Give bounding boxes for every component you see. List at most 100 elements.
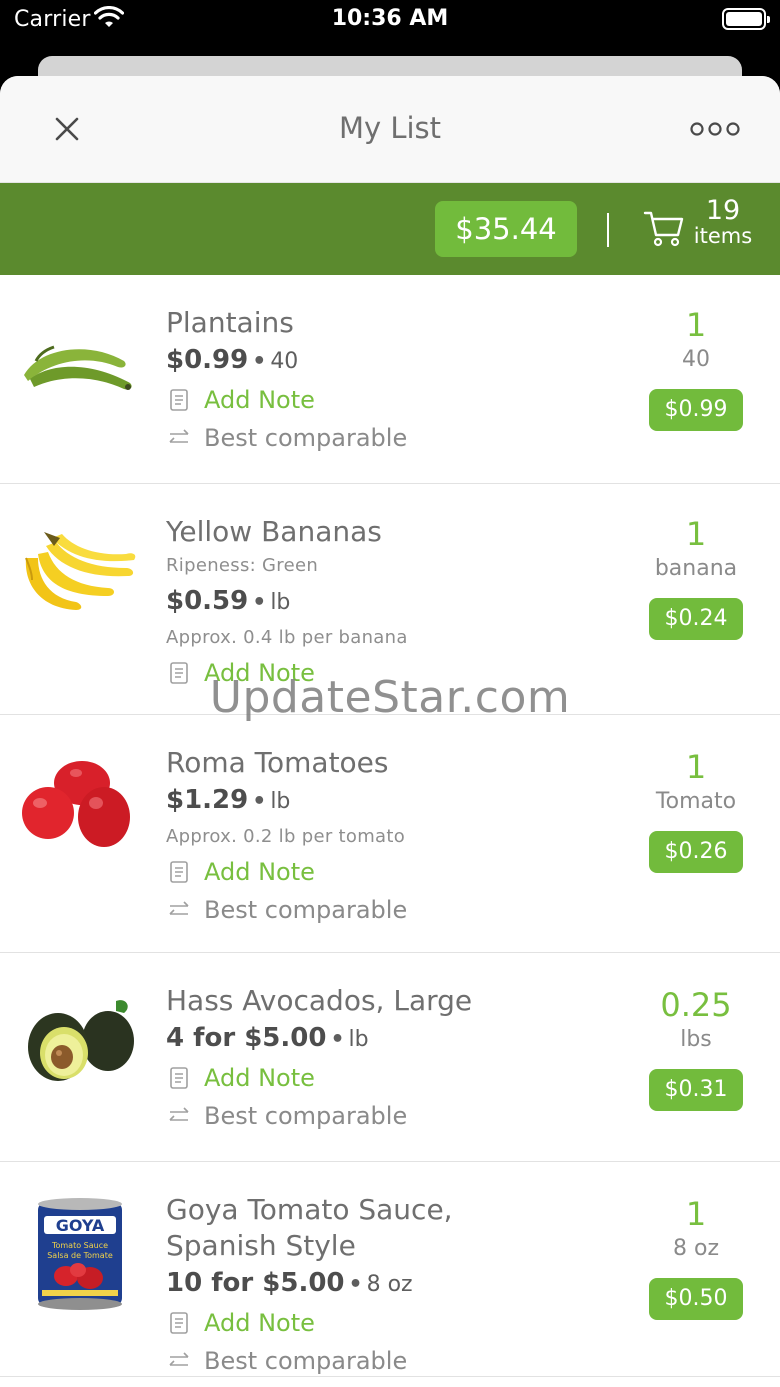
list-item[interactable]: Hass Avocados, Large 4 for $5.00 • lb Add …: [0, 953, 780, 1162]
line-total-badge: $0.31: [648, 1069, 744, 1111]
quantity-unit: lbs: [680, 1027, 712, 1052]
line-total-badge: $0.50: [648, 1278, 744, 1320]
item-count-number: 19: [705, 195, 741, 226]
quantity-control[interactable]: 1 Tomato $0.26: [648, 747, 744, 873]
quantity-unit: 40: [682, 347, 710, 372]
note-icon: [170, 861, 188, 883]
item-price-line: $0.59 • lb: [166, 586, 291, 616]
quantity-value: 1: [685, 748, 707, 786]
can-label-1: Tomato Sauce: [51, 1241, 108, 1250]
clock: 10:36 AM: [331, 6, 449, 31]
best-comparable-label: Best comparable: [204, 896, 408, 924]
nav-bar: My List: [0, 76, 780, 183]
quantity-value: 1: [685, 1195, 707, 1233]
item-unit: lb: [270, 590, 291, 615]
quantity-control[interactable]: 1 40 $0.99: [648, 305, 744, 431]
add-note-button[interactable]: Add Note: [166, 654, 630, 692]
add-note-button[interactable]: Add Note: [166, 853, 630, 891]
item-price-line: $1.29 • lb: [166, 785, 291, 815]
add-note-button[interactable]: Add Note: [166, 381, 630, 419]
total-button[interactable]: $35.44: [435, 201, 577, 257]
swap-icon: [169, 429, 189, 443]
avocado-image: [28, 1000, 134, 1081]
status-bar: Carrier 10:36 AM: [0, 0, 780, 40]
add-note-label: Add Note: [204, 1309, 315, 1337]
item-price: $1.29: [166, 785, 249, 815]
item-info: Yellow Bananas Ripeness: Green $0.59 • lb …: [166, 514, 630, 692]
item-unit: 8 oz: [366, 1272, 413, 1297]
item-name-line-2: Spanish Style: [166, 1229, 356, 1262]
banana-image: [25, 532, 136, 610]
item-price-line: 4 for $5.00 • lb: [166, 1023, 369, 1053]
quantity-unit: Tomato: [655, 789, 737, 814]
item-price-line: 10 for $5.00 • 8 oz: [166, 1268, 413, 1298]
list-item[interactable]: GOYA Tomato Sauce Salsa de Tomate Goya T…: [0, 1162, 780, 1377]
can-label-2: Salsa de Tomate: [47, 1251, 113, 1260]
line-total-badge: $0.99: [648, 389, 744, 431]
item-count-label: items: [693, 224, 753, 248]
best-comparable-button[interactable]: Best comparable: [166, 1342, 630, 1380]
item-name: Roma Tomatoes: [166, 746, 389, 779]
item-info: Plantains $0.99 • 40 Add Note Best compara…: [166, 305, 630, 457]
item-info: Hass Avocados, Large 4 for $5.00 • lb Add …: [166, 983, 630, 1135]
shopping-list: Plantains $0.99 • 40 Add Note Best compara…: [0, 275, 780, 1377]
note-icon: [170, 389, 188, 411]
item-price: 4 for $5.00: [166, 1023, 327, 1053]
list-item[interactable]: Plantains $0.99 • 40 Add Note Best compara…: [0, 275, 780, 484]
item-unit: 40: [270, 349, 299, 374]
list-item[interactable]: Yellow Bananas Ripeness: Green $0.59 • lb …: [0, 484, 780, 715]
item-price: $0.99: [166, 345, 249, 375]
item-name: Plantains: [166, 306, 294, 339]
quantity-value: 1: [685, 306, 707, 344]
add-note-label: Add Note: [204, 858, 315, 886]
item-name: Yellow Bananas: [166, 515, 382, 548]
item-unit: lb: [348, 1027, 369, 1052]
cart-icon[interactable]: [643, 209, 685, 247]
item-ripeness: Ripeness: Green: [166, 555, 319, 576]
best-comparable-label: Best comparable: [204, 1102, 408, 1130]
battery-icon: [722, 8, 770, 30]
quantity-value: 0.25: [660, 986, 732, 1024]
note-icon: [170, 1067, 188, 1089]
quantity-unit: 8 oz: [673, 1236, 719, 1261]
summary-bar: $35.44 19 items: [0, 183, 780, 275]
summary-divider: [607, 213, 609, 247]
best-comparable-button[interactable]: Best comparable: [166, 891, 630, 929]
add-note-label: Add Note: [204, 659, 315, 687]
can-brand: GOYA: [56, 1216, 105, 1235]
line-total-badge: $0.26: [648, 831, 744, 873]
item-info: Roma Tomatoes $1.29 • lb Approx. 0.2 lb pe…: [166, 745, 630, 929]
tomato-sauce-can-image: GOYA Tomato Sauce Salsa de Tomate: [38, 1198, 122, 1310]
swap-icon: [169, 1352, 189, 1366]
item-name-line-1: Goya Tomato Sauce,: [166, 1193, 453, 1226]
plantain-image: [24, 345, 132, 390]
quantity-unit: banana: [654, 556, 738, 581]
best-comparable-label: Best comparable: [204, 424, 408, 452]
best-comparable-button[interactable]: Best comparable: [166, 1097, 630, 1135]
quantity-control[interactable]: 1 banana $0.24: [648, 514, 744, 640]
item-unit: lb: [270, 789, 291, 814]
item-approx-weight: Approx. 0.2 lb per tomato: [166, 826, 406, 847]
quantity-control[interactable]: 0.25 lbs $0.31: [636, 985, 756, 1111]
note-icon: [170, 1312, 188, 1334]
swap-icon: [169, 1107, 189, 1121]
list-sheet: My List $35.44 19 items Plantains $0.99 …: [0, 76, 780, 1387]
best-comparable-label: Best comparable: [204, 1347, 408, 1375]
item-price: 10 for $5.00: [166, 1268, 345, 1298]
add-note-label: Add Note: [204, 1064, 315, 1092]
best-comparable-button[interactable]: Best comparable: [166, 419, 630, 457]
note-icon: [170, 662, 188, 684]
item-count[interactable]: 19 items: [692, 197, 754, 247]
add-note-button[interactable]: Add Note: [166, 1304, 630, 1342]
quantity-control[interactable]: 1 8 oz $0.50: [648, 1194, 744, 1320]
page-title: My List: [338, 111, 442, 145]
swap-icon: [169, 901, 189, 915]
item-price-line: $0.99 • 40: [166, 345, 299, 375]
list-item[interactable]: Roma Tomatoes $1.29 • lb Approx. 0.2 lb pe…: [0, 715, 780, 953]
item-name: Hass Avocados, Large: [166, 984, 473, 1017]
add-note-button[interactable]: Add Note: [166, 1059, 630, 1097]
item-info: Goya Tomato Sauce, Spanish Style 10 for …: [166, 1192, 630, 1380]
more-options-icon[interactable]: [690, 118, 740, 140]
item-price: $0.59: [166, 586, 249, 616]
line-total-badge: $0.24: [648, 598, 744, 640]
